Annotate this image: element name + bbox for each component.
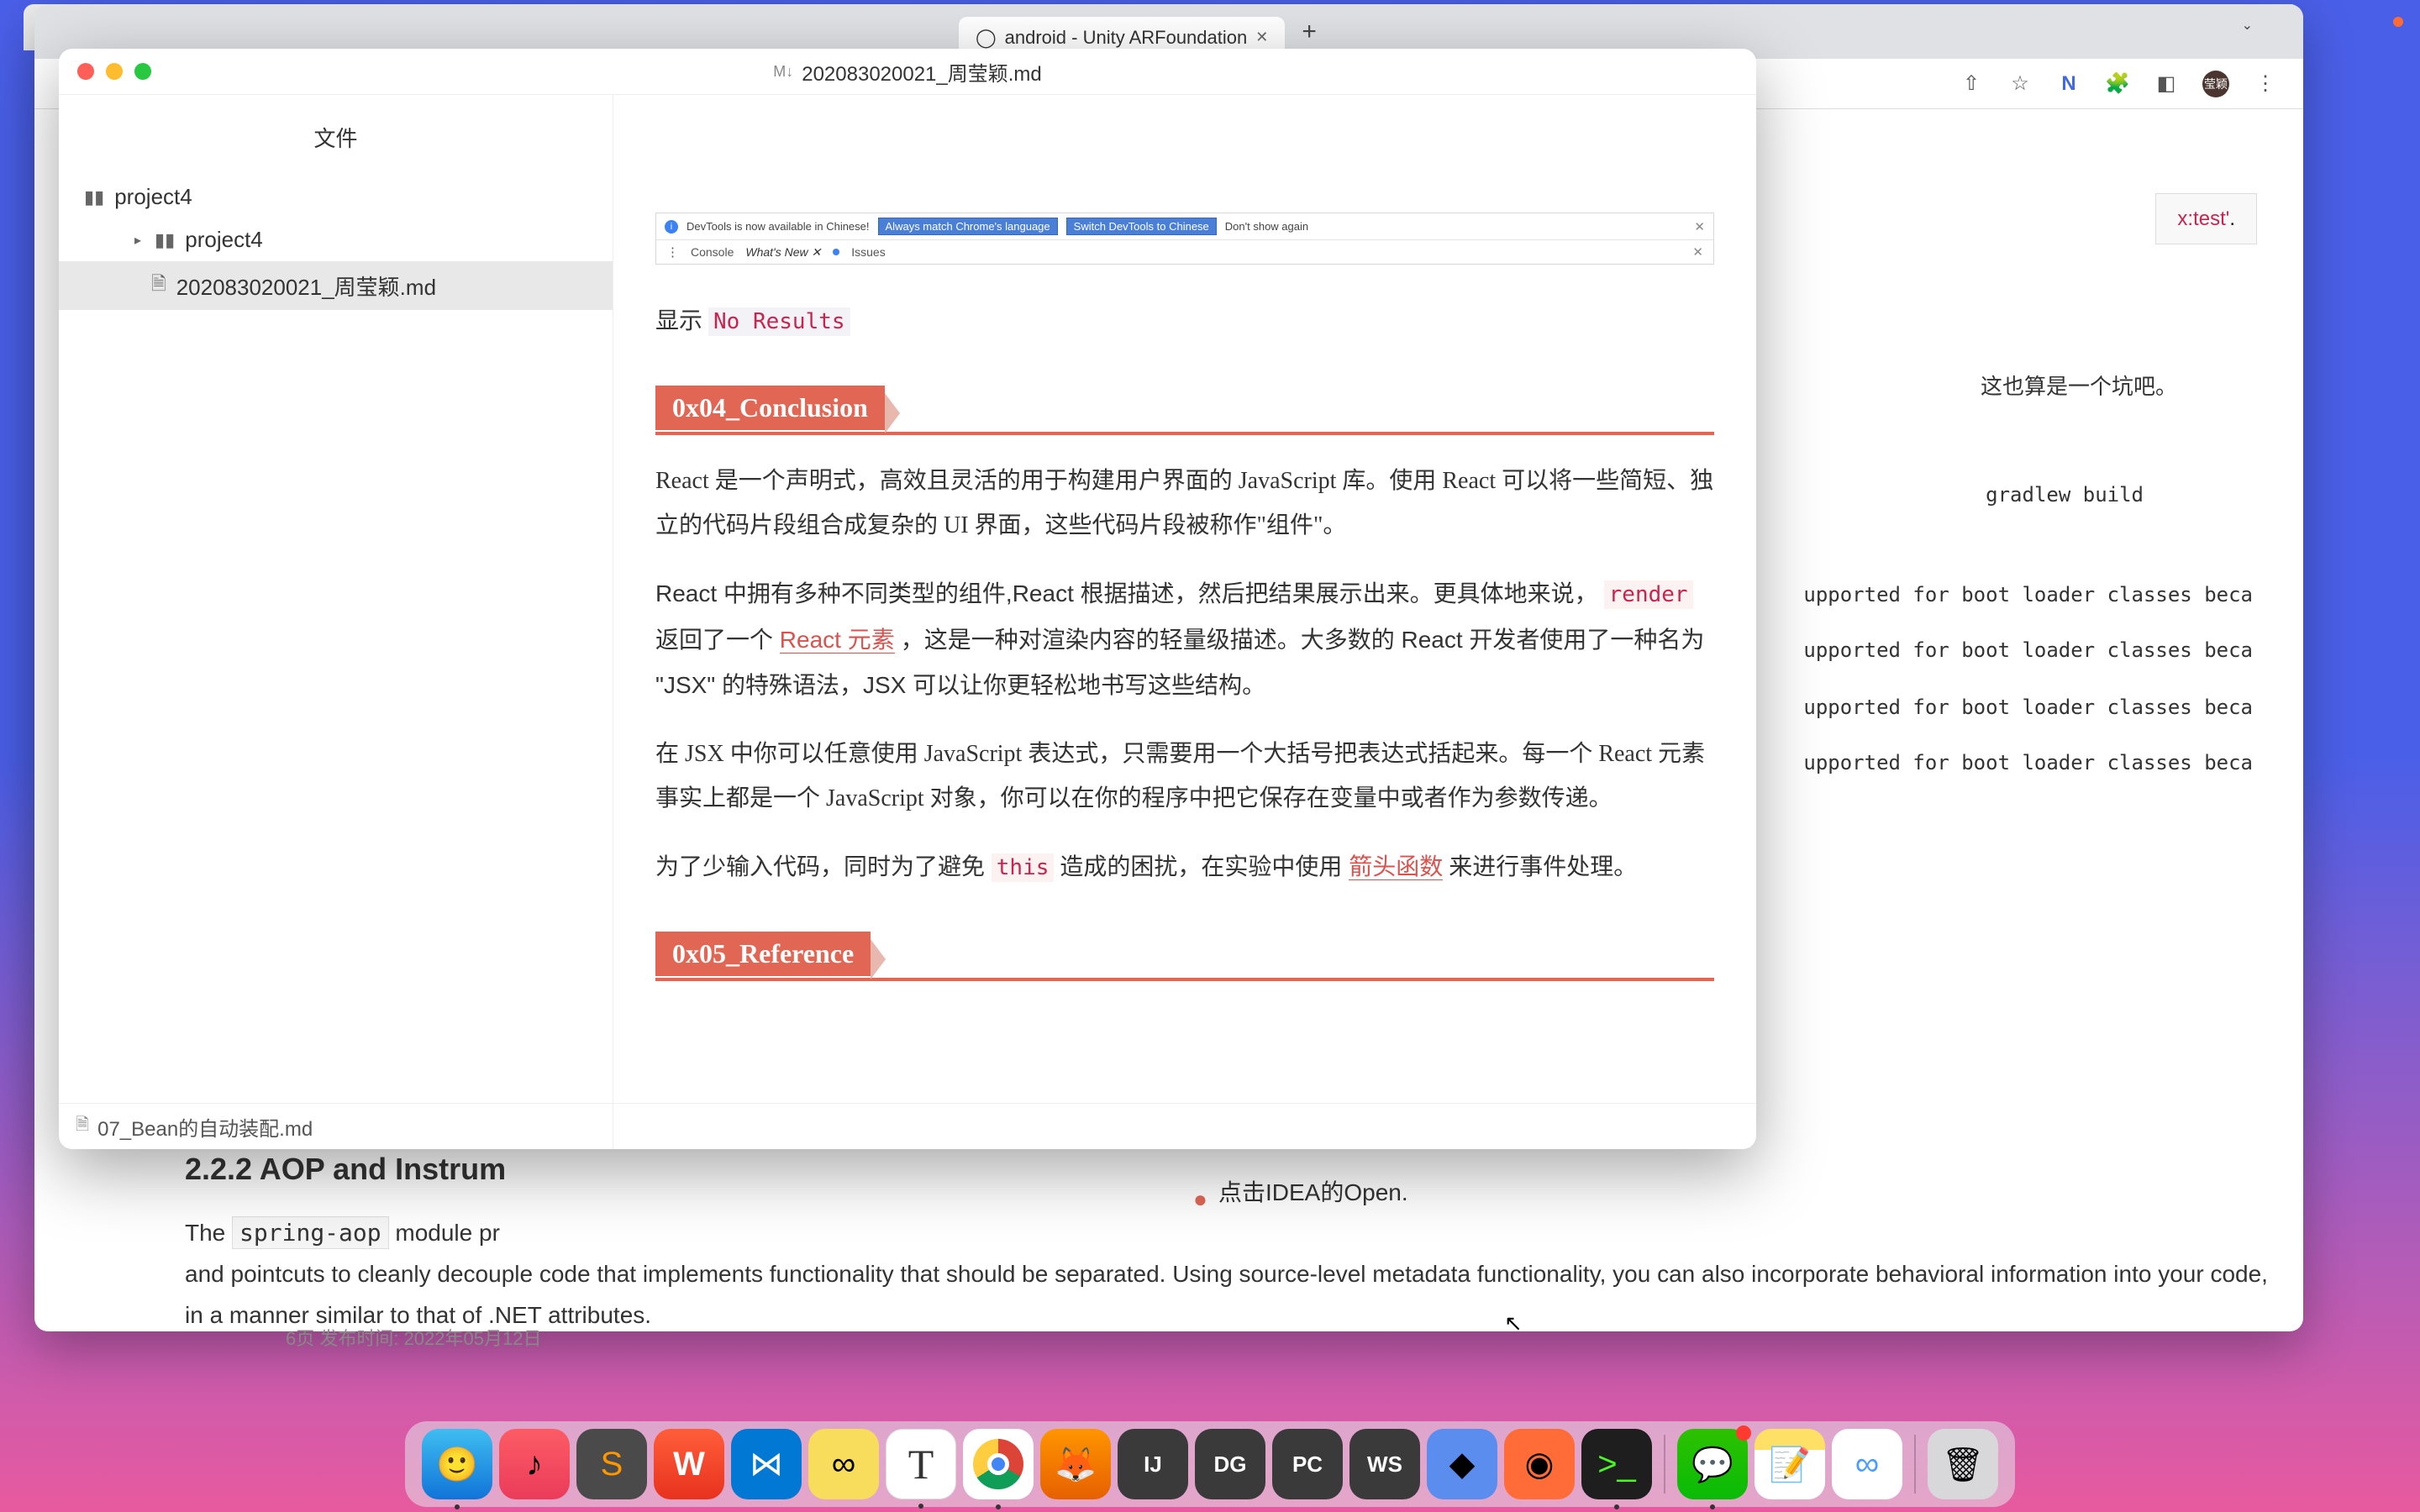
bullet-text: 点击IDEA的Open. — [1218, 1172, 1408, 1213]
page-code: gradlew build — [1986, 483, 2144, 507]
folder-icon: ▮▮ — [84, 186, 104, 208]
close-icon: ✕ — [1692, 244, 1703, 260]
sidepanel-icon[interactable]: ◧ — [2154, 71, 2179, 97]
dock: 🙂 ♪ S W ⋈ ∞ T 🦊 IJ DG PC WS ◆ ◉ >_ 💬 📝 ∞… — [405, 1421, 2015, 1507]
close-icon[interactable]: ✕ — [1255, 29, 1268, 46]
paragraph: React 是一个声明式，高效且灵活的用于构建用户界面的 JavaScript … — [655, 459, 1714, 548]
paragraph: 为了少输入代码，同时为了避免 this 造成的困扰，在实验中使用 箭头函数 来进… — [655, 844, 1714, 890]
dock-sublime[interactable]: S — [576, 1429, 647, 1499]
close-button[interactable] — [77, 63, 94, 80]
dock-cloud[interactable]: ∞ — [1832, 1429, 1902, 1499]
dock-pycharm[interactable]: PC — [1272, 1429, 1343, 1499]
markdown-editor-window: M↓ 202083020021_周莹颖.md 文件 ▮▮ project4 ▸ … — [59, 49, 1756, 1149]
add-tab-button[interactable]: + — [1302, 18, 1317, 46]
editor-content[interactable]: i DevTools is now available in Chinese! … — [613, 95, 1756, 1149]
bookmark-icon[interactable]: ☆ — [2007, 71, 2033, 97]
webpage-content: 2.2.2 AOP and Instrum ● 点击IDEA的Open. The… — [185, 1142, 2286, 1336]
dock-wps[interactable]: W — [654, 1429, 724, 1499]
sidebar-item-file[interactable]: 🗎 202083020021_周莹颖.md — [59, 261, 613, 310]
window-controls — [77, 63, 151, 80]
dock-typora[interactable]: T — [886, 1429, 956, 1499]
sidebar-item-folder[interactable]: ▸ ▮▮ project4 — [59, 218, 613, 261]
paragraph: 显示 No Results — [655, 298, 1714, 344]
chevron-down-icon[interactable]: ⌄ — [2242, 17, 2253, 34]
close-icon: ✕ — [1694, 219, 1705, 234]
dock-chrome[interactable] — [963, 1429, 1034, 1499]
editor-titlebar: M↓ 202083020021_周莹颖.md — [59, 49, 1756, 95]
dock-wechat[interactable]: 💬 — [1677, 1429, 1748, 1499]
dock-vscode[interactable]: ⋈ — [731, 1429, 802, 1499]
info-icon: i — [665, 220, 678, 234]
page-text: 这也算是一个坑吧。 — [1981, 370, 2177, 401]
dock-separator — [1914, 1435, 1916, 1494]
extension-n-icon[interactable]: N — [2056, 71, 2081, 97]
document-icon: 🗎 — [151, 270, 166, 302]
code-snippet: x:test'. — [2155, 193, 2257, 244]
sidebar-title: 文件 — [59, 112, 613, 163]
dock-tool[interactable]: ◆ — [1427, 1429, 1497, 1499]
dock-postman[interactable]: ◉ — [1504, 1429, 1575, 1499]
menu-icon: ⋮ — [666, 244, 679, 260]
markdown-file-icon: M↓ — [773, 63, 793, 81]
devtools-screenshot: i DevTools is now available in Chinese! … — [655, 213, 1714, 265]
maximize-button[interactable] — [134, 63, 151, 80]
section-heading: 0x05_Reference — [655, 932, 1714, 981]
dock-trash[interactable]: 🗑 — [1928, 1429, 1998, 1499]
link[interactable]: 箭头函数 — [1349, 853, 1443, 880]
section-heading: 0x04_Conclusion — [655, 386, 1714, 435]
paragraph: React 中拥有多种不同类型的组件,React 根据描述，然后把结果展示出来。… — [655, 571, 1714, 708]
document-icon: 🗎 — [76, 1112, 89, 1141]
dock-wechatdev[interactable]: ∞ — [808, 1429, 879, 1499]
notification-dot-icon — [833, 249, 839, 255]
paragraph: 在 JSX 中你可以任意使用 JavaScript 表达式，只需要用一个大括号把… — [655, 732, 1714, 821]
dock-webstorm[interactable]: WS — [1349, 1429, 1420, 1499]
paragraph: The spring-aop module pr — [185, 1212, 2286, 1253]
dock-datagrip[interactable]: DG — [1195, 1429, 1265, 1499]
chevron-right-icon[interactable]: ▸ — [134, 232, 141, 249]
log-line: upported for boot loader classes beca — [1803, 583, 2253, 606]
dock-firefox[interactable]: 🦊 — [1040, 1429, 1111, 1499]
minimize-button[interactable] — [106, 63, 123, 80]
dock-terminal[interactable]: >_ — [1581, 1429, 1652, 1499]
avatar[interactable]: 莹颖 — [2202, 71, 2229, 97]
menu-dots-icon[interactable]: ⋮ — [2253, 71, 2278, 97]
dock-intellij[interactable]: IJ — [1118, 1429, 1188, 1499]
page-credit: 6页 发布时间: 2022年05月12日 — [286, 1323, 541, 1356]
log-line: upported for boot loader classes beca — [1803, 696, 2253, 719]
extensions-icon[interactable]: 🧩 — [2105, 71, 2130, 97]
dock-finder[interactable]: 🙂 — [422, 1429, 492, 1499]
log-line: upported for boot loader classes beca — [1803, 638, 2253, 662]
dock-music[interactable]: ♪ — [499, 1429, 570, 1499]
chrome-tab-favicon-icon: ◯ — [976, 27, 997, 49]
share-icon[interactable]: ⇧ — [1959, 71, 1984, 97]
log-line: upported for boot loader classes beca — [1803, 751, 2253, 774]
dock-notes[interactable]: 📝 — [1754, 1429, 1825, 1499]
file-sidebar: 文件 ▮▮ project4 ▸ ▮▮ project4 🗎 202083020… — [59, 95, 613, 1149]
dock-separator — [1664, 1435, 1665, 1494]
folder-icon: ▮▮ — [155, 229, 175, 251]
sidebar-item-folder[interactable]: ▮▮ project4 — [59, 176, 613, 218]
chrome-tab-title: android - Unity ARFoundation — [1005, 27, 1248, 49]
link[interactable]: React 元素 — [780, 627, 895, 654]
editor-statusbar[interactable]: 🗎 07_Bean的自动装配.md — [59, 1103, 1756, 1149]
editor-title: M↓ 202083020021_周莹颖.md — [773, 57, 1042, 87]
cursor-icon: ↖ — [1504, 1310, 1523, 1336]
bullet-icon: ● — [1193, 1179, 1207, 1220]
notification-dot-icon — [2393, 17, 2403, 27]
